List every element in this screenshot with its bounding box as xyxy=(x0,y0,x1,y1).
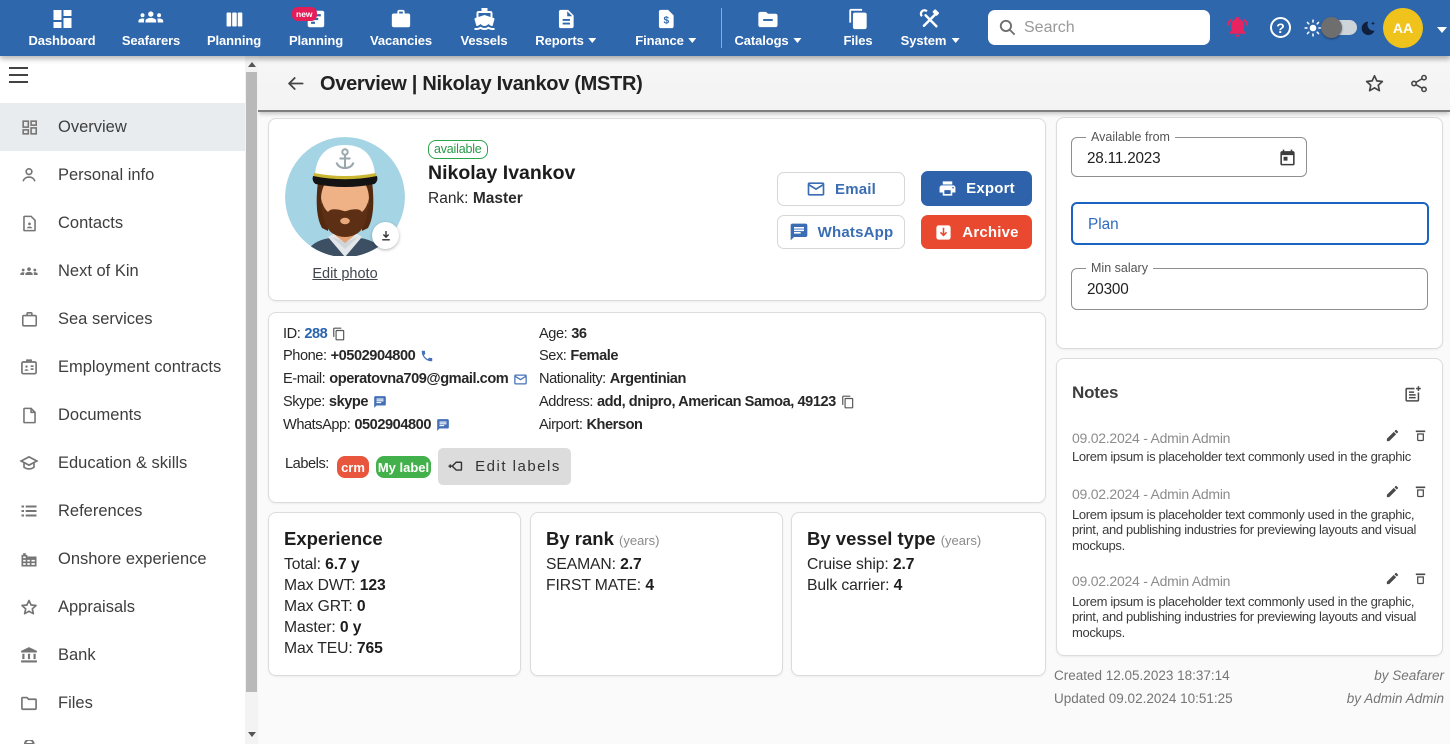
svg-text:$: $ xyxy=(663,16,669,27)
